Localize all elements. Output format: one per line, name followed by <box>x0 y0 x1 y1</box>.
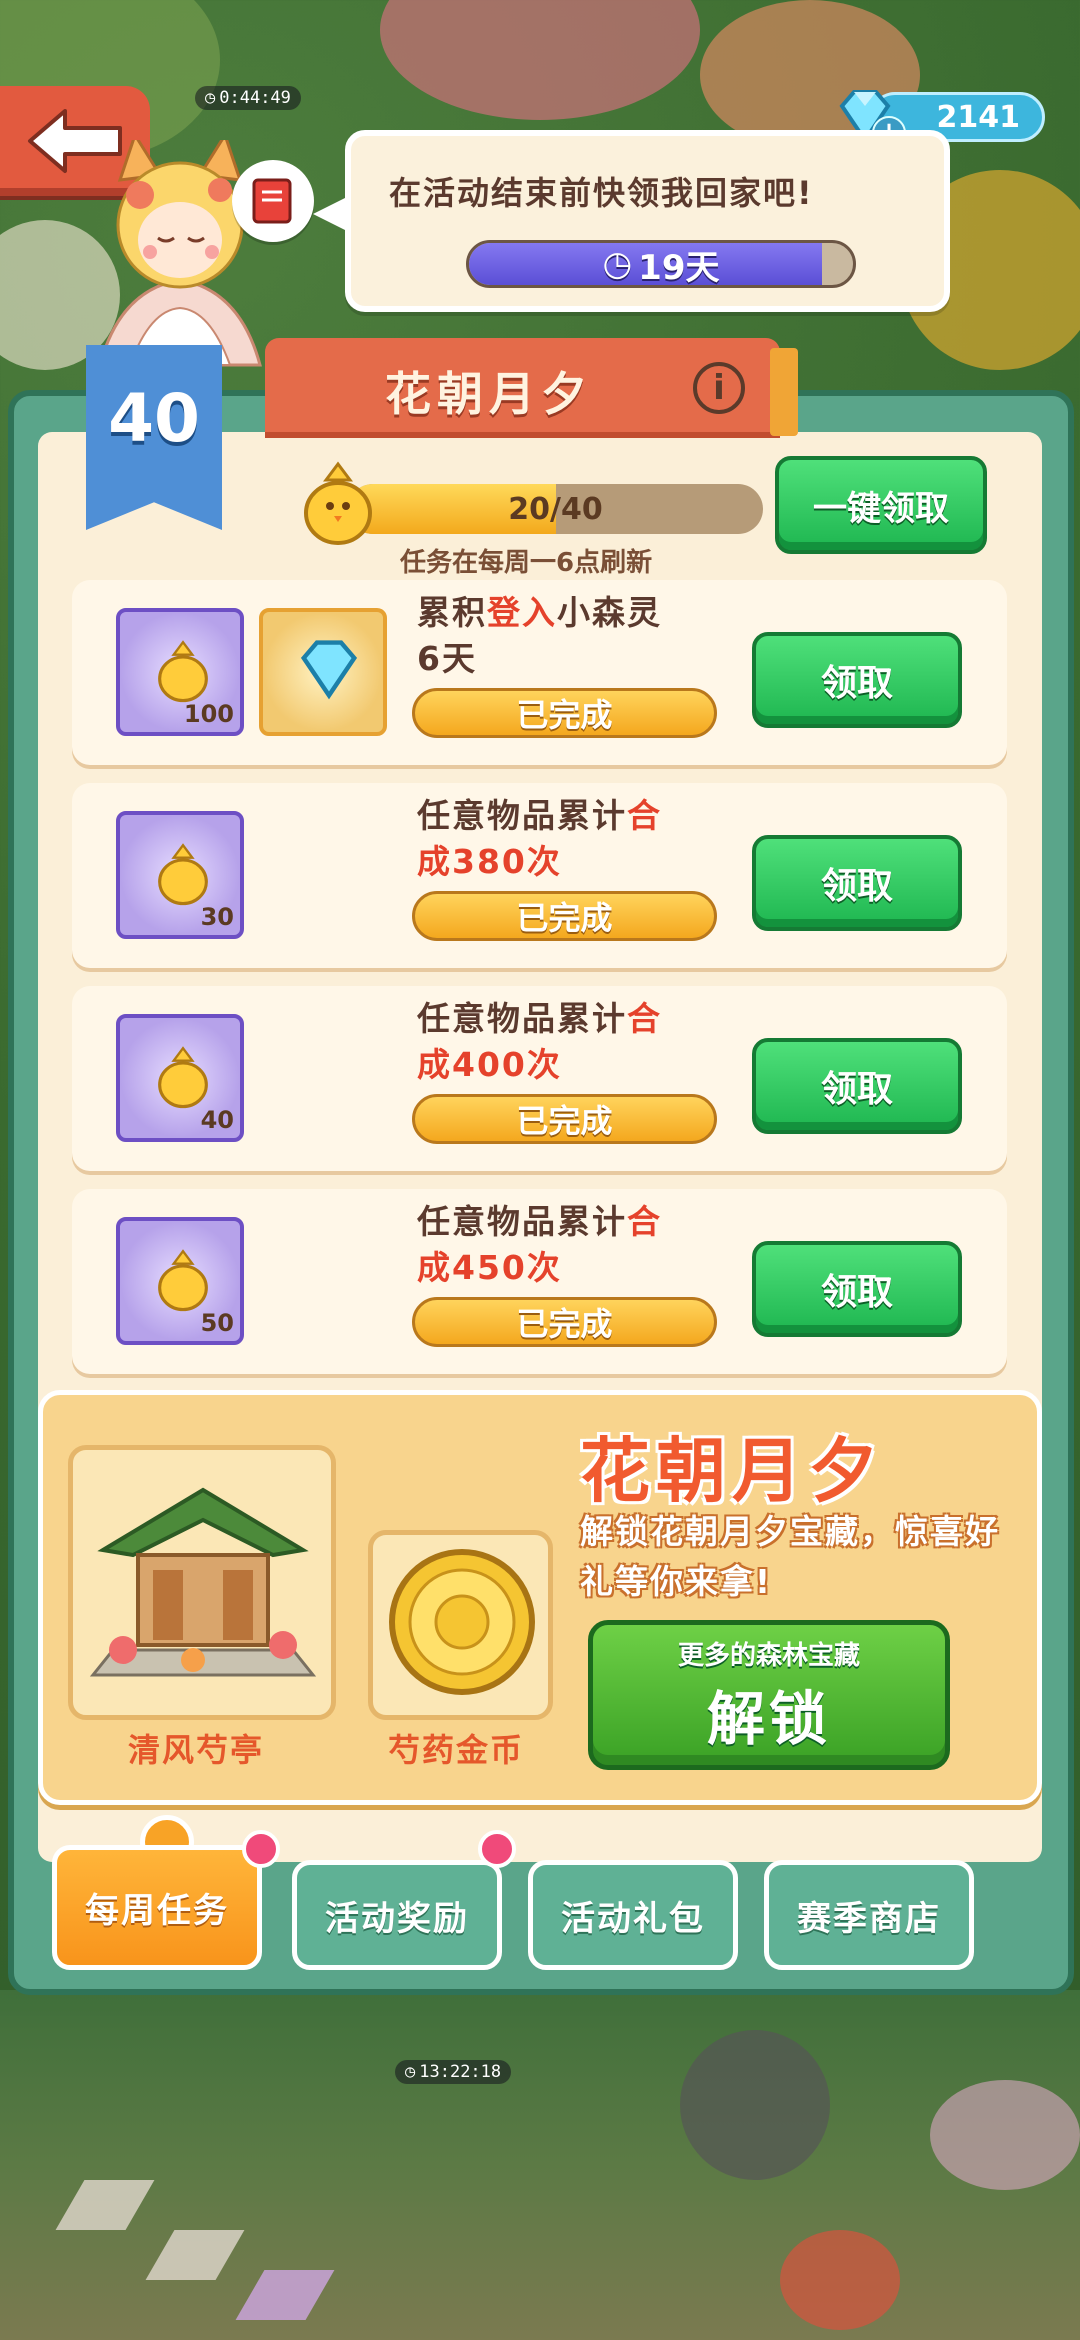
task-description: 任意物品累计合 成400次 <box>417 999 662 1084</box>
reward-count: 30 <box>200 903 234 931</box>
tab-weekly-tasks[interactable]: 每周任务 <box>52 1845 262 1970</box>
promo-description: 解锁花朝月夕宝藏，惊喜好礼等你来拿! <box>580 1512 1000 1601</box>
clock-icon: ◷ <box>205 88 216 108</box>
level-number: 40 <box>108 380 200 457</box>
task-status: 已完成 <box>412 688 717 738</box>
notification-dot <box>242 1830 280 1868</box>
task-description: 任意物品累计合 成450次 <box>417 1202 662 1287</box>
countdown-text: 19天 <box>638 247 720 288</box>
reward-count: 50 <box>200 1309 234 1337</box>
golden-chick-icon <box>158 640 208 703</box>
task-row: 100 累积登入小森灵 6天 已完成 领取 <box>72 580 1007 765</box>
golden-chick-icon <box>158 1046 208 1109</box>
golden-chick-icon <box>304 461 372 545</box>
task-progress-bar: 20/40 <box>348 484 763 534</box>
pavilion-reward-card <box>68 1445 336 1720</box>
peony-coin-icon <box>389 1549 535 1695</box>
clock-icon: ◷ <box>602 244 633 284</box>
golden-chick-icon <box>158 843 208 906</box>
task-description: 累积登入小森灵 6天 <box>417 593 662 678</box>
tab-event-gifts[interactable]: 活动礼包 <box>528 1860 738 1970</box>
premium-pass-promo: 清风芍亭 芍药金币 花朝月夕 解锁花朝月夕宝藏，惊喜好礼等你来拿! 更多的森林宝… <box>38 1390 1042 1805</box>
claim-all-button[interactable]: 一键领取 <box>775 456 987 554</box>
reward-chick-item: 30 <box>116 811 244 939</box>
speech-bubble: 在活动结束前快领我回家吧! ◷ 19天 <box>313 130 950 312</box>
diamond-icon <box>300 640 358 700</box>
unlock-label: 解锁 <box>706 1684 831 1753</box>
notification-dot <box>478 1830 516 1868</box>
progress-label: 20/40 <box>508 491 603 527</box>
golden-chick-icon <box>158 1249 208 1312</box>
event-countdown-bar: ◷ 19天 <box>466 240 856 288</box>
pavilion-name: 清风芍亭 <box>128 1731 265 1769</box>
tab-event-rewards[interactable]: 活动奖励 <box>292 1860 502 1970</box>
coin-reward-card <box>368 1530 553 1720</box>
reward-count: 100 <box>183 700 234 728</box>
pavilion-image <box>89 1487 317 1677</box>
claim-button[interactable]: 领取 <box>752 835 962 931</box>
promo-title: 花朝月夕 <box>580 1430 884 1512</box>
book-icon <box>252 178 292 224</box>
building-timer-bottom: ◷ 13:22:18 <box>395 2060 512 2084</box>
event-title-banner: 花朝月夕 i <box>265 338 798 438</box>
task-description: 任意物品累计合 成380次 <box>417 796 662 881</box>
refresh-note: 任务在每周一6点刷新 <box>400 548 653 578</box>
reward-count: 40 <box>200 1106 234 1134</box>
reward-gem-item <box>259 608 387 736</box>
speech-message: 在活动结束前快领我回家吧! <box>389 174 814 212</box>
task-row: 30 任意物品累计合 成380次 已完成 领取 <box>72 783 1007 968</box>
unlock-subtitle: 更多的森林宝藏 <box>677 1640 860 1671</box>
task-status: 已完成 <box>412 891 717 941</box>
task-status: 已完成 <box>412 1297 717 1347</box>
task-status: 已完成 <box>412 1094 717 1144</box>
info-icon[interactable]: i <box>693 362 745 414</box>
coin-name: 芍药金币 <box>388 1731 525 1769</box>
book-button[interactable] <box>232 160 314 242</box>
task-row: 50 任意物品累计合 成450次 已完成 领取 <box>72 1189 1007 1374</box>
unlock-button[interactable]: 更多的森林宝藏 解锁 <box>588 1620 950 1770</box>
building-timer: ◷ 0:44:49 <box>195 86 301 110</box>
claim-button[interactable]: 领取 <box>752 632 962 728</box>
task-row: 40 任意物品累计合 成400次 已完成 领取 <box>72 986 1007 1171</box>
claim-button[interactable]: 领取 <box>752 1241 962 1337</box>
claim-button[interactable]: 领取 <box>752 1038 962 1134</box>
reward-chick-item: 40 <box>116 1014 244 1142</box>
event-title: 花朝月夕 <box>385 367 593 421</box>
tab-season-shop[interactable]: 赛季商店 <box>764 1860 974 1970</box>
reward-chick-item: 50 <box>116 1217 244 1345</box>
reward-chick-item: 100 <box>116 608 244 736</box>
clock-icon: ◷ <box>405 2062 416 2082</box>
